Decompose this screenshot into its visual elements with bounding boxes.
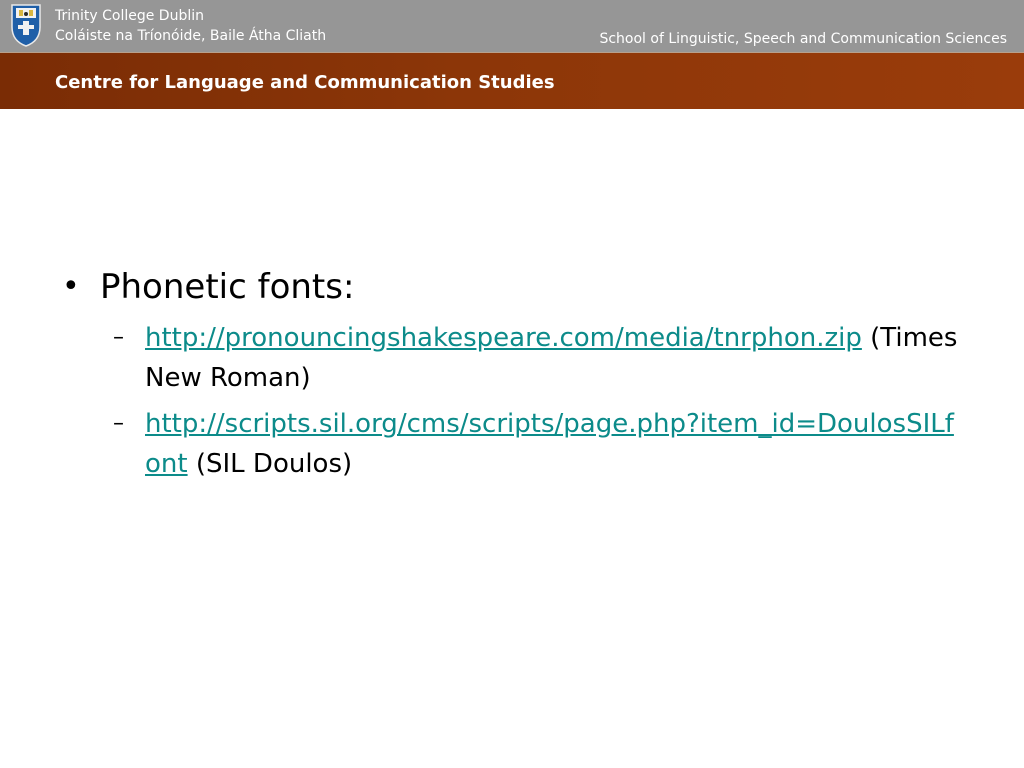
font-link-tnrphon[interactable]: http://pronouncingshakespeare.com/media/…: [145, 323, 862, 353]
bullet-icon: •: [62, 269, 80, 304]
dash-icon: –: [113, 325, 124, 350]
centre-title: Centre for Language and Communication St…: [55, 72, 555, 93]
slide-content: • Phonetic fonts: – http://pronouncingsh…: [62, 262, 982, 484]
university-name-en: Trinity College Dublin: [55, 8, 205, 24]
sub-item: – http://pronouncingshakespeare.com/medi…: [113, 318, 965, 398]
font-note: (SIL Doulos): [195, 449, 353, 479]
bullet-item: • Phonetic fonts:: [62, 262, 982, 312]
school-name: School of Linguistic, Speech and Communi…: [599, 31, 1007, 47]
slide: Trinity College Dublin Coláiste na Tríon…: [0, 0, 1024, 768]
sub-item: – http://scripts.sil.org/cms/scripts/pag…: [113, 404, 965, 484]
university-name-ga: Coláiste na Tríonóide, Baile Átha Cliath: [55, 28, 327, 44]
dash-icon: –: [113, 411, 124, 436]
bullet-text: Phonetic fonts:: [100, 267, 355, 307]
top-header: Trinity College Dublin Coláiste na Tríon…: [0, 0, 1024, 52]
centre-title-band: Centre for Language and Communication St…: [0, 52, 1024, 109]
university-name: Trinity College Dublin Coláiste na Tríon…: [55, 6, 326, 46]
college-crest-icon: [11, 4, 41, 47]
